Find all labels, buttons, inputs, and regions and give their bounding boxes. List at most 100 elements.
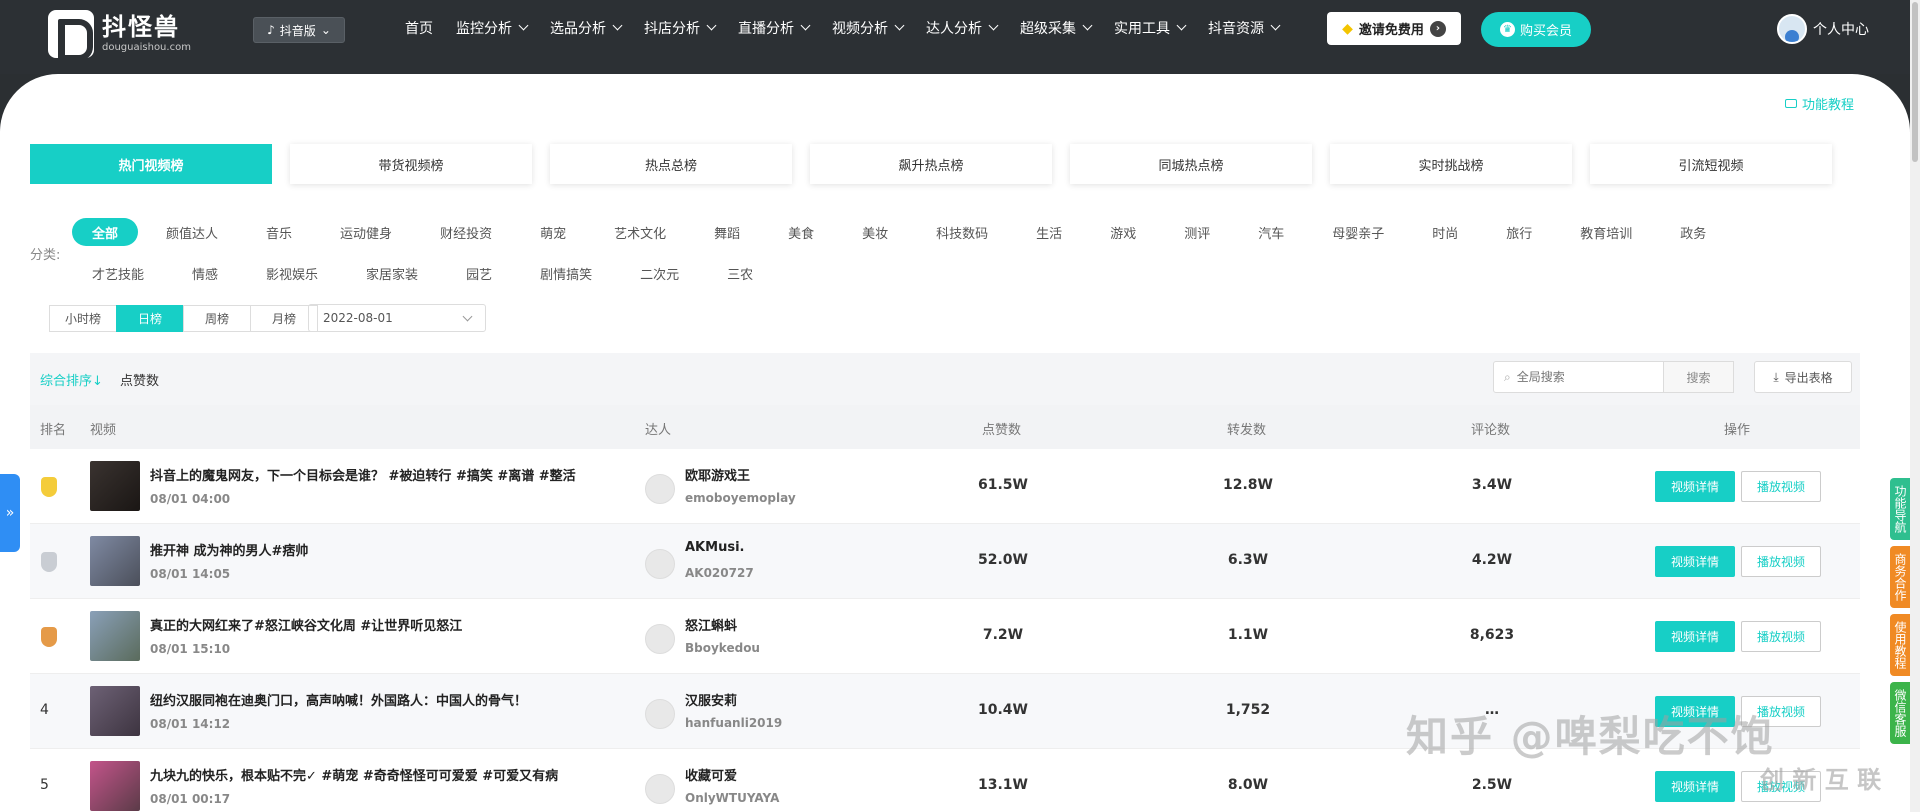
play-video-button[interactable]: 播放视频 [1741, 471, 1821, 502]
video-title[interactable]: 推开神 成为神的男人#痞帅 [150, 540, 308, 559]
side-tab-3[interactable]: 微信客服 [1890, 682, 1910, 744]
scrollbar-thumb[interactable] [1912, 2, 1918, 162]
category-8[interactable]: 美食 [768, 218, 834, 246]
shares-count: 1.1W [1227, 627, 1269, 643]
likes-count: 10.4W [978, 702, 1028, 718]
category-0[interactable]: 全部 [72, 218, 139, 246]
video-title[interactable]: 纽约汉服同袍在迪奥门口，高声呐喊！外国路人：中国人的骨气！ [150, 690, 527, 709]
category-14[interactable]: 汽车 [1238, 218, 1304, 246]
category-16[interactable]: 时尚 [1412, 218, 1478, 246]
video-detail-button[interactable]: 视频详情 [1655, 546, 1735, 577]
video-thumbnail[interactable] [90, 686, 140, 736]
category-23[interactable]: 家居家装 [346, 259, 438, 287]
nav-item-2[interactable]: 选品分析 [550, 18, 623, 38]
brand-logo[interactable]: 抖怪兽 douguaishou.com [48, 10, 191, 61]
nav-item-6[interactable]: 达人分析 [926, 18, 999, 38]
category-25[interactable]: 剧情搞笑 [520, 259, 612, 287]
category-2[interactable]: 音乐 [246, 218, 312, 246]
sort-composite[interactable]: 综合排序↓ [40, 370, 103, 389]
nav-item-1[interactable]: 监控分析 [456, 18, 529, 38]
side-tab-0[interactable]: 功能导航 [1890, 478, 1910, 540]
side-tab-1[interactable]: 商务合作 [1890, 546, 1910, 608]
shares-count: 12.8W [1223, 477, 1273, 493]
period-tab-2[interactable]: 周榜 [183, 305, 251, 332]
creator-name[interactable]: 欧耶游戏王 [685, 465, 750, 484]
category-19[interactable]: 政务 [1660, 218, 1726, 246]
rank-tab-2[interactable]: 热点总榜 [550, 144, 792, 184]
rank-tab-6[interactable]: 引流短视频 [1590, 144, 1832, 184]
video-time: 08/01 15:10 [150, 642, 231, 656]
category-15[interactable]: 母婴亲子 [1312, 218, 1404, 246]
play-video-button[interactable]: 播放视频 [1741, 546, 1821, 577]
search-button[interactable]: 搜索 [1664, 361, 1734, 393]
side-tab-2[interactable]: 使用教程 [1890, 614, 1910, 676]
category-1[interactable]: 颜值达人 [146, 218, 238, 246]
category-21[interactable]: 情感 [172, 259, 238, 287]
period-tab-0[interactable]: 小时榜 [49, 305, 117, 332]
tutorial-link[interactable]: 功能教程 [1785, 94, 1854, 113]
video-thumbnail[interactable] [90, 761, 140, 811]
search-input[interactable] [1516, 370, 1637, 384]
category-27[interactable]: 三农 [707, 259, 773, 287]
rank-tab-4[interactable]: 同城热点榜 [1070, 144, 1312, 184]
video-title[interactable]: 九块九的快乐，根本贴不完✓ #萌宠 #奇奇怪怪可可爱爱 #可爱又有病 [150, 765, 558, 784]
video-detail-button[interactable]: 视频详情 [1655, 621, 1735, 652]
rank-tab-3[interactable]: 飙升热点榜 [810, 144, 1052, 184]
video-detail-button[interactable]: 视频详情 [1655, 471, 1735, 502]
video-detail-button[interactable]: 视频详情 [1655, 771, 1735, 802]
nav-item-7[interactable]: 超级采集 [1020, 18, 1093, 38]
video-thumbnail[interactable] [90, 536, 140, 586]
category-10[interactable]: 科技数码 [916, 218, 1008, 246]
video-thumbnail[interactable] [90, 461, 140, 511]
rank-tab-0[interactable]: 热门视频榜 [30, 144, 272, 184]
category-13[interactable]: 测评 [1164, 218, 1230, 246]
nav-item-9[interactable]: 抖音资源 [1208, 18, 1281, 38]
creator-name[interactable]: AKMusi. [685, 540, 744, 555]
category-5[interactable]: 萌宠 [520, 218, 586, 246]
category-20[interactable]: 才艺技能 [72, 259, 164, 287]
creator-name[interactable]: 收藏可爱 [685, 765, 737, 784]
page-scrollbar[interactable] [1910, 0, 1920, 812]
video-title[interactable]: 抖音上的魔鬼网友，下一个目标会是谁？ #被迫转行 #搞笑 #离谱 #整活 [150, 465, 576, 484]
sort-likes[interactable]: 点赞数 [120, 370, 159, 389]
comments-count: 2.5W [1471, 777, 1513, 793]
nav-item-4[interactable]: 直播分析 [738, 18, 811, 38]
nav-item-5[interactable]: 视频分析 [832, 18, 905, 38]
category-22[interactable]: 影视娱乐 [246, 259, 338, 287]
category-17[interactable]: 旅行 [1486, 218, 1552, 246]
play-video-button[interactable]: 播放视频 [1741, 621, 1821, 652]
category-12[interactable]: 游戏 [1090, 218, 1156, 246]
period-tab-1[interactable]: 日榜 [116, 305, 184, 332]
platform-selector[interactable]: ♪ 抖音版 ⌄ [253, 17, 345, 43]
creator-name[interactable]: 怒江蝌蚪 [685, 615, 737, 634]
rank-tab-1[interactable]: 带货视频榜 [290, 144, 532, 184]
video-thumbnail[interactable] [90, 611, 140, 661]
date-picker[interactable]: 2022-08-01 [308, 304, 486, 332]
creator-avatar[interactable] [645, 624, 675, 654]
category-6[interactable]: 艺术文化 [594, 218, 686, 246]
category-9[interactable]: 美妆 [842, 218, 908, 246]
creator-avatar[interactable] [645, 474, 675, 504]
category-26[interactable]: 二次元 [620, 259, 699, 287]
category-24[interactable]: 园艺 [446, 259, 512, 287]
creator-avatar[interactable] [645, 699, 675, 729]
invite-button[interactable]: ◆ 邀请免费用 › [1327, 12, 1461, 45]
user-center[interactable]: 个人中心 [1777, 14, 1869, 44]
table-toolbar: 综合排序↓ 点赞数 ⌕ 搜索 ⤓ 导出表格 [30, 353, 1860, 405]
nav-item-0[interactable]: 首页 [405, 18, 433, 38]
category-3[interactable]: 运动健身 [320, 218, 412, 246]
video-title[interactable]: 真正的大网红来了#怒江峡谷文化周 #让世界听见怒江 [150, 615, 462, 634]
rank-tab-5[interactable]: 实时挑战榜 [1330, 144, 1572, 184]
category-11[interactable]: 生活 [1016, 218, 1082, 246]
nav-item-8[interactable]: 实用工具 [1114, 18, 1187, 38]
creator-name[interactable]: 汉服安莉 [685, 690, 737, 709]
creator-avatar[interactable] [645, 774, 675, 804]
export-button[interactable]: ⤓ 导出表格 [1754, 361, 1852, 393]
nav-item-3[interactable]: 抖店分析 [644, 18, 717, 38]
category-7[interactable]: 舞蹈 [694, 218, 760, 246]
buy-membership-button[interactable]: ♛ 购买会员 [1481, 12, 1591, 47]
expand-sidebar-button[interactable]: » [0, 474, 20, 552]
category-18[interactable]: 教育培训 [1560, 218, 1652, 246]
creator-avatar[interactable] [645, 549, 675, 579]
category-4[interactable]: 财经投资 [420, 218, 512, 246]
